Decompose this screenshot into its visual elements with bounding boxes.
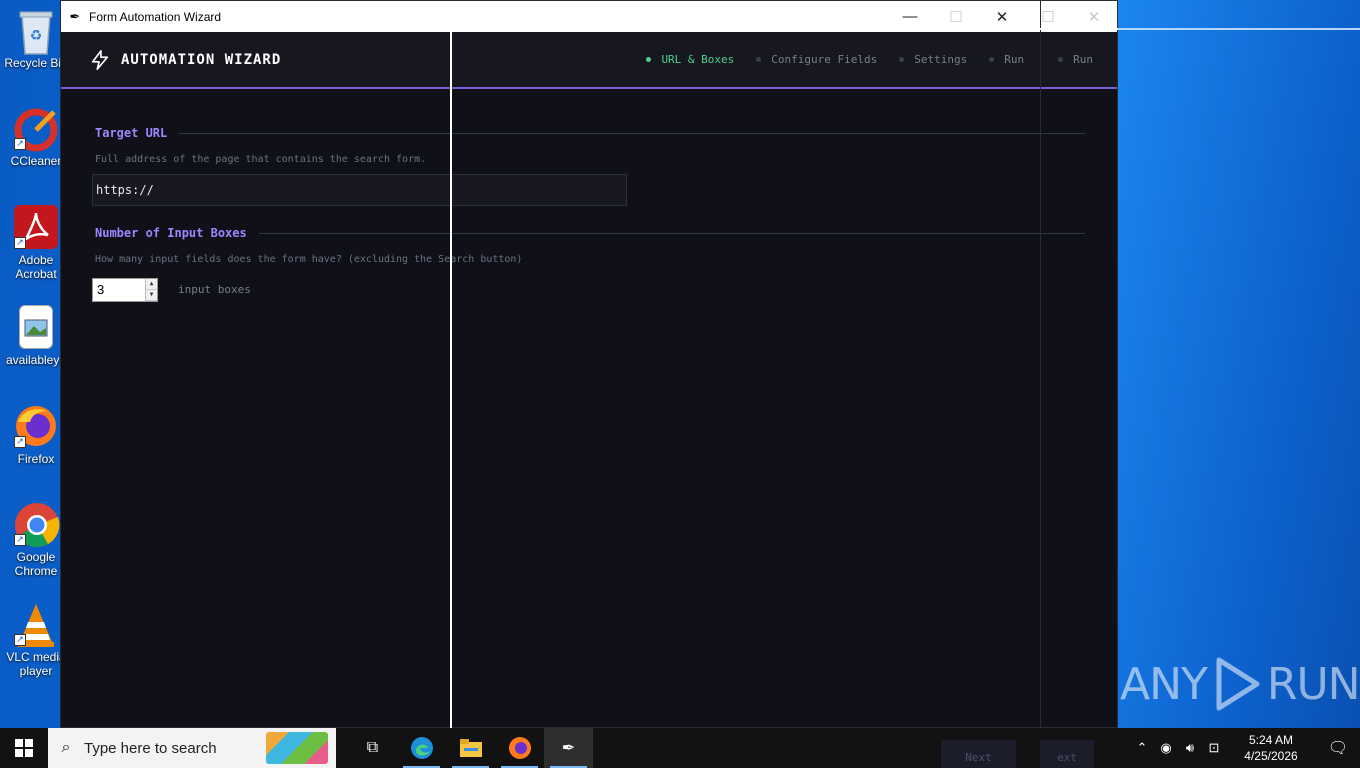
edge-taskbar-icon[interactable] <box>397 728 446 768</box>
ghost-window-top <box>450 28 1118 30</box>
step-dot-icon <box>756 57 762 62</box>
brand-title: AUTOMATION WIZARD <box>121 51 282 68</box>
step-dot-icon <box>1058 57 1064 62</box>
recycle-bin-icon: ♻ <box>14 8 58 55</box>
brand: AUTOMATION WIZARD <box>61 49 281 71</box>
step-label: Configure Fields <box>771 53 878 66</box>
search-icon: ⌕ <box>61 739 71 756</box>
image-file-icon <box>19 305 53 349</box>
ghost-window-edge <box>1040 0 1041 728</box>
lightning-bolt-icon <box>91 49 109 70</box>
shortcut-arrow-icon: ↗ <box>14 634 26 646</box>
windows-logo-icon <box>15 739 33 757</box>
clock-time: 5:24 AM <box>1248 733 1294 747</box>
step-dot-icon <box>646 57 652 62</box>
ghost-next-button: Next <box>941 740 1016 768</box>
notification-icon[interactable]: 🗨︎ <box>1316 738 1360 758</box>
section-divider <box>179 132 1085 134</box>
ccleaner-icon: ↗ <box>14 106 58 152</box>
spin-down-icon[interactable]: ▼ <box>146 290 157 301</box>
watermark-left: ANY <box>1120 658 1208 710</box>
svg-text:♻: ♻ <box>30 28 43 44</box>
window-title: Form Automation Wizard <box>89 9 222 24</box>
watermark-right: RUN <box>1266 658 1360 710</box>
file-explorer-icon[interactable] <box>446 728 495 768</box>
meet-now-icon[interactable]: ◉ <box>1154 740 1178 756</box>
spinbox-suffix: input boxes <box>178 283 251 296</box>
chrome-icon: ↗ <box>14 502 60 547</box>
window-drag-outline <box>1118 28 1360 30</box>
step-label: URL & Boxes <box>661 53 735 66</box>
spin-up-icon[interactable]: ▲ <box>146 279 157 290</box>
shortcut-arrow-icon: ↗ <box>14 138 26 150</box>
section-heading: Number of Input Boxes <box>95 226 247 240</box>
target-url-input[interactable]: https:// <box>92 174 627 206</box>
search-highlight-icon <box>266 732 328 764</box>
boxes-help-text: How many input fields does the form have… <box>95 254 523 265</box>
clock[interactable]: 5:24 AM 4/25/2026 <box>1226 732 1316 764</box>
step-label: Run <box>1004 53 1025 66</box>
shortcut-arrow-icon: ↗ <box>14 237 26 249</box>
taskbar-search[interactable]: ⌕ Type here to search <box>48 728 336 768</box>
section-divider <box>258 232 1085 234</box>
system-tray: ⌃ ◉ 🔊︎ ⊡ 5:24 AM 4/25/2026 🗨︎ <box>1130 728 1360 768</box>
feather-icon: ✒ <box>69 8 81 24</box>
step-url-boxes[interactable]: URL & Boxes <box>646 53 734 66</box>
step-run-ghost: Run <box>1058 53 1093 66</box>
spinbox-value[interactable]: 3 <box>93 279 145 301</box>
input-boxes-spinbox[interactable]: 3 ▲ ▼ <box>92 278 158 302</box>
form-automation-wizard-window: ✒ Form Automation Wizard — ☐ ✕ ☐ ✕ AUTOM… <box>60 0 1118 728</box>
step-configure-fields[interactable]: Configure Fields <box>756 53 877 66</box>
section-heading: Target URL <box>95 126 168 140</box>
clock-date: 4/25/2026 <box>1244 749 1298 763</box>
shortcut-arrow-icon: ↗ <box>14 436 26 448</box>
ghost-window-left-edge <box>450 29 452 768</box>
adobe-acrobat-icon: ↗ <box>14 205 58 249</box>
play-logo-icon <box>1216 657 1260 711</box>
spinbox-arrows[interactable]: ▲ ▼ <box>145 279 157 301</box>
wizard-content: Target URL Full address of the page that… <box>61 89 1117 727</box>
vlc-icon: ↗ <box>14 602 58 647</box>
step-dot-icon <box>899 57 905 62</box>
step-indicator: URL & Boxes Configure Fields Settings Ru… <box>624 53 1117 66</box>
step-settings[interactable]: Settings <box>899 53 967 66</box>
shortcut-arrow-icon: ↗ <box>14 534 26 546</box>
task-view-icon[interactable]: ⧉ <box>348 728 397 768</box>
url-help-text: Full address of the page that contains t… <box>95 154 427 165</box>
search-placeholder: Type here to search <box>84 739 217 757</box>
wizard-header: AUTOMATION WIZARD URL & Boxes Configure … <box>61 32 1117 89</box>
desktop-icons: ♻ Recycle Bin ↗ CCleaner ↗ Adobe Acrobat… <box>0 0 68 728</box>
input-boxes-section: Number of Input Boxes <box>95 226 1085 240</box>
chevron-up-icon[interactable]: ⌃ <box>1130 740 1154 756</box>
start-button[interactable] <box>0 728 48 768</box>
firefox-taskbar-icon[interactable] <box>495 728 544 768</box>
ghost-next-button-2: ext <box>1040 740 1094 768</box>
step-label: Run <box>1073 53 1093 66</box>
step-run[interactable]: Run <box>989 53 1024 66</box>
step-dot-icon <box>989 57 995 62</box>
taskbar: ⌕ Type here to search ⧉ ✒ ⌃ ◉ 🔊︎ ⊡ 5:24 … <box>0 728 1360 768</box>
volume-icon[interactable]: 🔊︎ <box>1178 740 1202 756</box>
step-label: Settings <box>914 53 968 66</box>
firefox-icon: ↗ <box>14 404 58 448</box>
network-icon[interactable]: ⊡ <box>1202 740 1226 756</box>
anyrun-watermark: ANY RUN <box>1120 656 1360 712</box>
feather-app-taskbar-icon[interactable]: ✒ <box>544 728 593 768</box>
target-url-section: Target URL <box>95 126 1085 140</box>
